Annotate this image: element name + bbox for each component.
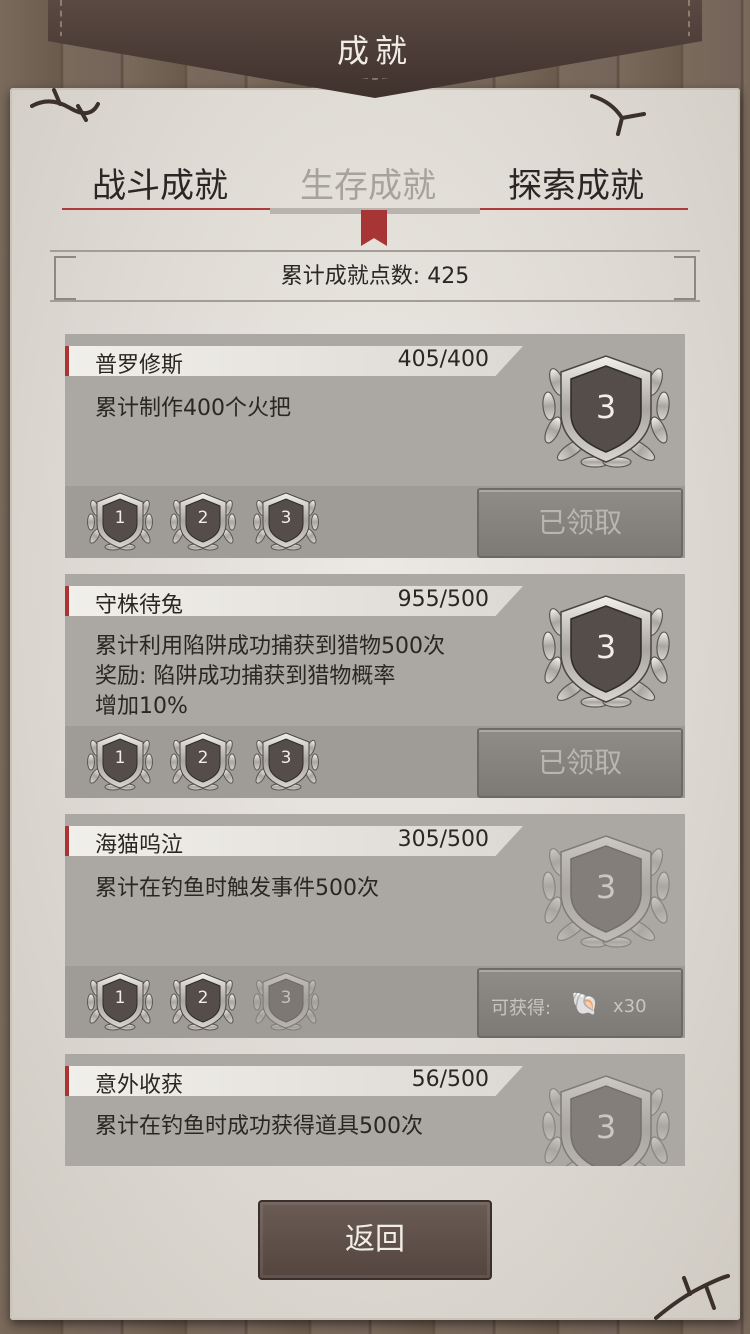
laurel-badge-icon: 3 [539, 352, 673, 470]
laurel-badge-icon: 3 [539, 832, 673, 950]
laurel-badge-icon: 3 [539, 1072, 673, 1166]
reward-button[interactable]: 可获得: 🐚 x30 [477, 968, 683, 1038]
description-line: 奖励: 陷阱成功捕获到猎物概率 [95, 664, 396, 689]
laurel-badge-icon: 3 [539, 592, 673, 710]
achievement-card: 海猫呜泣 305/500 累计在钓鱼时触发事件500次 3 1 2 3 可获得:… [65, 814, 685, 1038]
tab-combat[interactable]: 战斗成就 [92, 158, 228, 207]
achievement-card: 普罗修斯 405/400 累计制作400个火把 3 1 2 3 已领取 [65, 334, 685, 558]
achievement-name: 普罗修斯 [95, 353, 184, 378]
tier-number: 2 [197, 748, 209, 768]
tier-number: 1 [114, 988, 126, 1008]
achievement-progress: 56/500 [411, 1067, 489, 1092]
achievement-progress: 405/400 [397, 347, 489, 372]
badge-level: 3 [595, 868, 617, 906]
tier-number: 1 [114, 508, 126, 528]
tier-number: 3 [280, 748, 292, 768]
tab-survival[interactable]: 生存成就 [300, 158, 436, 207]
achievement-description: 累计在钓鱼时触发事件500次 [95, 876, 379, 901]
page-title: 成就 [336, 32, 413, 70]
badge-level: 3 [595, 388, 617, 426]
tier-badge-icon: 1 [85, 490, 155, 552]
reward-label: 可获得: [491, 998, 552, 1019]
tier-number: 3 [280, 988, 292, 1008]
tier-number: 2 [197, 508, 209, 528]
twig-decoration-icon [654, 1274, 730, 1320]
achievement-card: 守株待兔 955/500 累计利用陷阱成功捕获到猎物500次 奖励: 陷阱成功捕… [65, 574, 685, 798]
achievement-description: 累计在钓鱼时成功获得道具500次 [95, 1114, 423, 1139]
achievement-name: 海猫呜泣 [95, 833, 184, 858]
tier-badge-icon: 3 [251, 970, 321, 1032]
achievement-description: 累计制作400个火把 [95, 396, 291, 421]
reward-quantity: x30 [613, 996, 647, 1017]
total-points: 累计成就点数: 425 [50, 250, 700, 302]
badge-level: 3 [595, 1108, 617, 1146]
achievement-progress: 305/500 [397, 827, 489, 852]
achievement-progress: 955/500 [397, 587, 489, 612]
tier-number: 2 [197, 988, 209, 1008]
achievement-name: 守株待兔 [95, 593, 184, 618]
back-button[interactable]: 返回 [258, 1200, 492, 1280]
tier-badge-icon: 2 [168, 730, 238, 792]
tab-exploration[interactable]: 探索成就 [508, 158, 644, 207]
description-line: 增加10% [95, 694, 188, 719]
achievement-name: 意外收获 [95, 1073, 184, 1098]
badge-level: 3 [595, 628, 617, 666]
tier-badge-icon: 1 [85, 970, 155, 1032]
tier-number: 1 [114, 748, 126, 768]
achievement-card: 意外收获 56/500 累计在钓鱼时成功获得道具500次 3 [65, 1054, 685, 1166]
achievement-description: 累计利用陷阱成功捕获到猎物500次 奖励: 陷阱成功捕获到猎物概率 增加10% [95, 632, 445, 722]
tier-badge-icon: 2 [168, 970, 238, 1032]
shell-icon: 🐚 [571, 992, 599, 1017]
tier-number: 3 [280, 508, 292, 528]
tier-badge-icon: 3 [251, 490, 321, 552]
tier-badge-icon: 1 [85, 730, 155, 792]
tier-badge-icon: 3 [251, 730, 321, 792]
tier-badge-icon: 2 [168, 490, 238, 552]
claimed-button[interactable]: 已领取 [477, 488, 683, 558]
claimed-button[interactable]: 已领取 [477, 728, 683, 798]
twig-decoration-icon [590, 94, 646, 136]
twig-decoration-icon [30, 88, 100, 122]
description-line: 累计利用陷阱成功捕获到猎物500次 [95, 634, 445, 659]
achievement-tabs: 战斗成就 生存成就 探索成就 [62, 150, 688, 210]
